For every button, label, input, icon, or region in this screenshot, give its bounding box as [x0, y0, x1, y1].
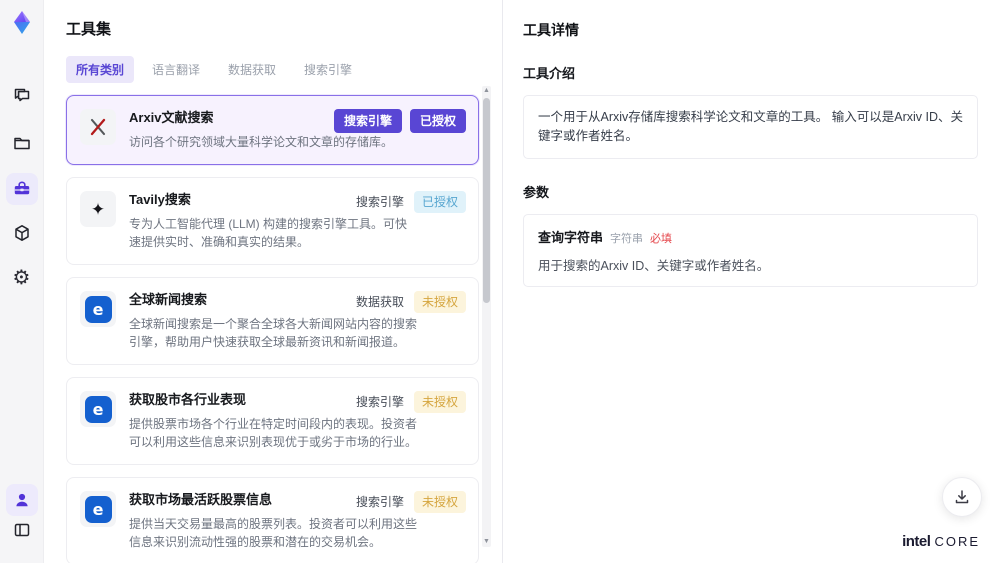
tool-list: Arxiv文献搜索 访问各个研究领域大量科学论文和文章的存储库。 搜索引擎 已授…: [66, 95, 479, 563]
tool-tags: 搜索引擎 未授权: [354, 391, 466, 413]
news-logo-icon: e: [84, 395, 112, 423]
tool-card-1[interactable]: ✦ Tavily搜索 专为人工智能代理 (LLM) 构建的搜索引擎工具。可快速提…: [66, 177, 479, 265]
tool-tags: 搜索引擎 已授权: [354, 191, 466, 213]
tool-description: 提供当天交易量最高的股票列表。投资者可以利用这些信息来识别流动性强的股票和潜在的…: [129, 517, 418, 549]
cube-icon: [14, 225, 29, 241]
brand-core-text: CORE: [934, 534, 980, 549]
tool-detail-panel: 工具详情 工具介绍 一个用于从Arxiv存储库搜索科学论文和文章的工具。 输入可…: [502, 0, 1000, 563]
tool-card-3[interactable]: e 获取股市各行业表现 提供股票市场各个行业在特定时间段内的表现。投资者可以利用…: [66, 377, 479, 465]
tool-category-badge: 搜索引擎: [355, 195, 404, 209]
folder-icon: [13, 137, 30, 150]
param-type: 字符串: [610, 233, 644, 245]
toolbox-icon: [14, 181, 29, 195]
tool-list-panel: 工具集 所有类别 语言翻译 数据获取 搜索引擎 Arxiv文献搜索 访问各个研究领域大…: [44, 0, 502, 563]
tab-0[interactable]: 所有类别: [66, 56, 135, 83]
scrollbar-thumb[interactable]: [483, 98, 490, 303]
scrollbar[interactable]: ▲ ▼: [482, 86, 491, 547]
scrollbar-up-arrow[interactable]: ▲: [482, 86, 491, 96]
app-window: ⚙ 工具集 所有类别 语言翻译 数据获取 搜索引擎 Arxiv文献搜索 访问各个研究领…: [0, 0, 1000, 563]
intro-box: 一个用于从Arxiv存储库搜索科学论文和文章的工具。 输入可以是Arxiv ID…: [523, 95, 978, 159]
sidebar-item-collapse[interactable]: [6, 514, 38, 546]
tool-tags: 数据获取 未授权: [354, 291, 466, 313]
param-box: 查询字符串 字符串 必填 用于搜索的Arxiv ID、关键字或作者姓名。: [523, 214, 978, 287]
download-button[interactable]: [942, 477, 982, 517]
download-icon: [955, 490, 969, 504]
tab-3[interactable]: 搜索引擎: [294, 56, 362, 83]
news-logo-icon: e: [84, 295, 112, 323]
tool-icon: e: [80, 291, 116, 327]
tool-category-badge: 数据获取: [355, 295, 404, 309]
intro-text: 一个用于从Arxiv存储库搜索科学论文和文章的工具。 输入可以是Arxiv ID…: [538, 110, 964, 143]
tool-card-0[interactable]: Arxiv文献搜索 访问各个研究领域大量科学论文和文章的存储库。 搜索引擎 已授…: [66, 95, 479, 165]
tool-auth-badge: 未授权: [413, 291, 466, 313]
tool-card-4[interactable]: e 获取市场最活跃股票信息 提供当天交易量最高的股票列表。投资者可以利用这些信息…: [66, 477, 479, 563]
tool-auth-badge: 未授权: [413, 491, 466, 513]
tool-icon: e: [80, 391, 116, 427]
tool-category-badge: 搜索引擎: [355, 495, 404, 509]
chat-icon: [14, 88, 29, 102]
param-name: 查询字符串: [538, 230, 604, 245]
sidebar-item-files[interactable]: [6, 127, 38, 159]
category-tabs: 所有类别 语言翻译 数据获取 搜索引擎: [66, 56, 502, 83]
sidebar-item-tools[interactable]: [5, 173, 38, 205]
param-required-badge: 必填: [650, 233, 673, 245]
tavily-icon: ✦: [90, 199, 106, 219]
scrollbar-down-arrow[interactable]: ▼: [482, 537, 491, 547]
gear-icon: ⚙: [12, 267, 31, 289]
sidebar-item-account[interactable]: [5, 484, 38, 516]
tool-description: 提供股票市场各个行业在特定时间段内的表现。投资者可以利用这些信息来识别表现优于或…: [129, 417, 418, 449]
tool-description: 专为人工智能代理 (LLM) 构建的搜索引擎工具。可快速提供实时、准确和真实的结…: [129, 217, 408, 249]
tab-1[interactable]: 语言翻译: [142, 56, 210, 83]
tool-description: 全球新闻搜索是一个聚合全球各大新闻网站内容的搜索引擎，帮助用户快速获取全球最新资…: [129, 317, 418, 349]
tool-tags: 搜索引擎 已授权: [333, 109, 466, 133]
app-logo-icon[interactable]: [7, 8, 37, 38]
tool-category-badge: 搜索引擎: [355, 395, 404, 409]
arxiv-icon: [90, 118, 106, 136]
news-logo-icon: e: [84, 495, 112, 523]
user-icon: [15, 493, 28, 507]
tool-card-2[interactable]: e 全球新闻搜索 全球新闻搜索是一个聚合全球各大新闻网站内容的搜索引擎，帮助用户…: [66, 277, 479, 365]
param-description: 用于搜索的Arxiv ID、关键字或作者姓名。: [538, 259, 770, 273]
tool-tags: 搜索引擎 未授权: [354, 491, 466, 513]
sidebar-rail: ⚙: [0, 0, 44, 563]
tool-category-badge: 搜索引擎: [333, 109, 402, 133]
tab-2[interactable]: 数据获取: [218, 56, 286, 83]
params-heading: 参数: [523, 185, 550, 200]
tool-icon: [80, 109, 116, 145]
tool-description: 访问各个研究领域大量科学论文和文章的存储库。: [129, 135, 394, 149]
tool-icon: ✦: [80, 191, 116, 227]
sidebar-item-chat[interactable]: [6, 80, 38, 112]
tool-icon: e: [80, 491, 116, 527]
intro-heading: 工具介绍: [523, 66, 576, 81]
panel-toggle-icon: [14, 523, 29, 537]
tool-auth-badge: 已授权: [409, 109, 466, 133]
tool-auth-badge: 已授权: [413, 191, 466, 213]
tool-auth-badge: 未授权: [413, 391, 466, 413]
intel-core-logo: intel CORE: [902, 533, 980, 550]
detail-title: 工具详情: [523, 22, 579, 38]
page-title: 工具集: [66, 21, 112, 38]
brand-intel-text: intel: [902, 533, 931, 550]
sidebar-item-models[interactable]: [6, 217, 38, 249]
sidebar-item-settings[interactable]: ⚙: [6, 262, 38, 294]
